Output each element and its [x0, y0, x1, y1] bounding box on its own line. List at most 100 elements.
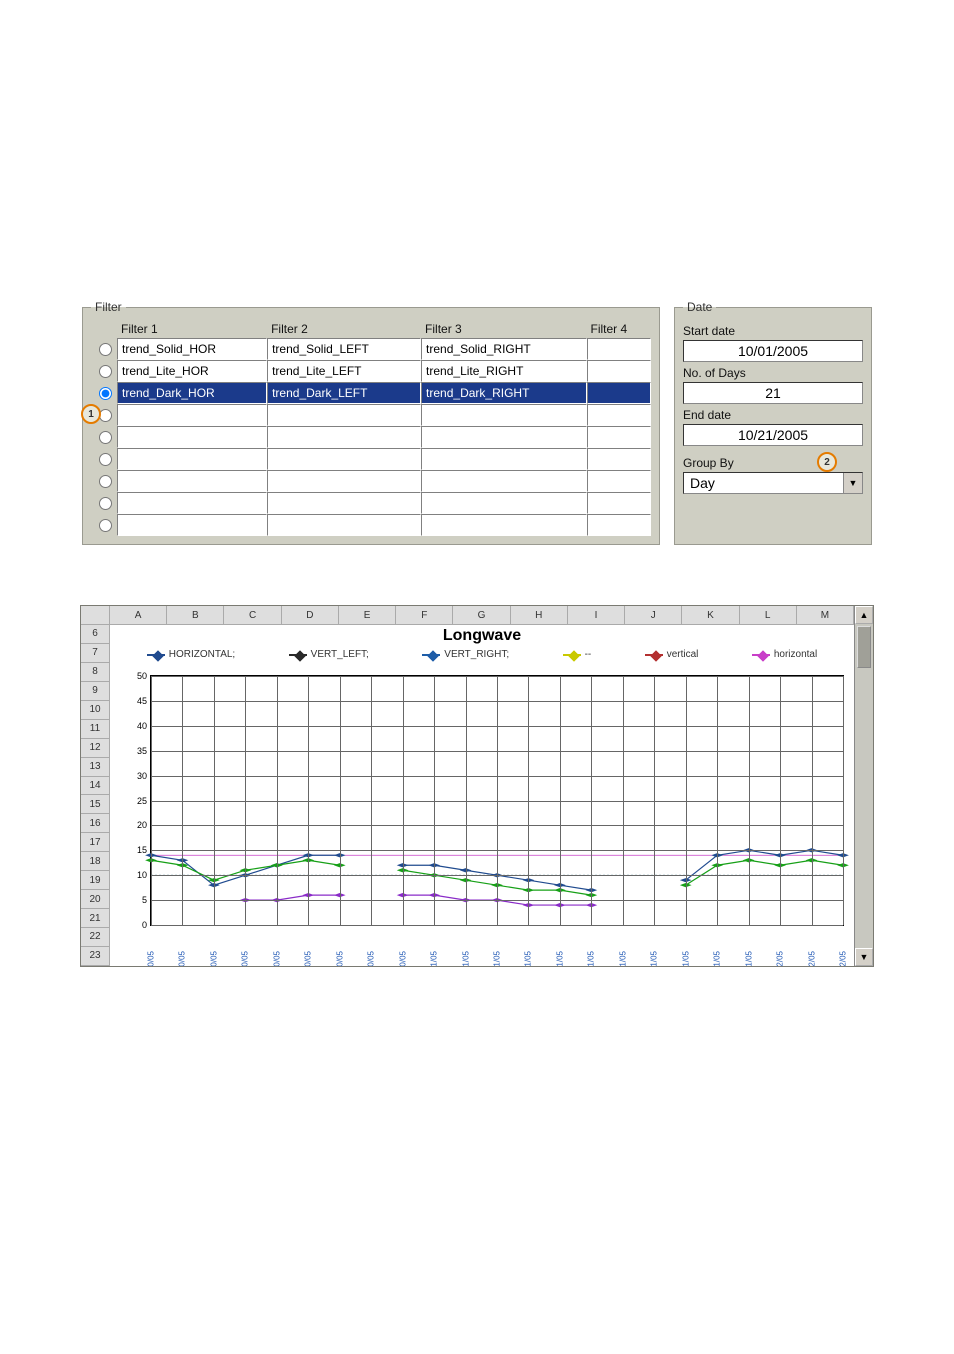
chart-area: Longwave HORIZONTAL;VERT_LEFT;VERT_RIGHT…	[110, 625, 854, 966]
filter-cell[interactable]	[267, 470, 421, 492]
x-tick-label: 9/30/05	[178, 951, 187, 967]
vertical-scrollbar[interactable]: ▲ ▼	[854, 606, 873, 966]
column-header-cell[interactable]: E	[339, 606, 396, 624]
filter-cell[interactable]	[117, 426, 267, 448]
filter-row-radio[interactable]	[99, 475, 112, 488]
filter-cell[interactable]: trend_Lite_RIGHT	[421, 360, 586, 382]
row-header-cell[interactable]: 15	[81, 795, 109, 814]
x-tick-label: 9/30/05	[335, 951, 344, 967]
filter-cell[interactable]	[117, 404, 267, 426]
filter-cell[interactable]	[117, 470, 267, 492]
filter-row: trend_Dark_HORtrend_Dark_LEFTtrend_Dark_…	[91, 382, 651, 404]
legend-entry: horizontal	[752, 649, 817, 660]
filter-cell[interactable]: trend_Solid_HOR	[117, 338, 267, 360]
row-header-cell[interactable]: 21	[81, 909, 109, 928]
filter-cell[interactable]	[117, 448, 267, 470]
column-header-cell[interactable]: F	[396, 606, 453, 624]
row-header-cell[interactable]: 11	[81, 720, 109, 739]
filter-cell[interactable]	[587, 360, 651, 382]
filter-cell[interactable]: trend_Dark_HOR	[117, 382, 267, 404]
filter-cell[interactable]	[587, 426, 651, 448]
column-header-cell[interactable]: M	[797, 606, 854, 624]
row-header-cell[interactable]: 19	[81, 871, 109, 890]
filter-cell[interactable]	[587, 382, 651, 404]
filter-cell[interactable]	[587, 448, 651, 470]
filter-cell[interactable]	[267, 404, 421, 426]
column-header-cell[interactable]: K	[682, 606, 739, 624]
scroll-down-icon[interactable]: ▼	[855, 948, 873, 966]
row-header-cell[interactable]: 9	[81, 682, 109, 701]
filter-row-radio[interactable]	[99, 453, 112, 466]
filter-cell[interactable]	[267, 514, 421, 536]
column-header-cell[interactable]: L	[740, 606, 797, 624]
filter-cell[interactable]: trend_Lite_HOR	[117, 360, 267, 382]
date-legend: Date	[683, 300, 716, 314]
column-header-strip: ABCDEFGHIJKLM	[110, 606, 854, 625]
filter-cell[interactable]	[421, 448, 586, 470]
row-header-cell[interactable]: 13	[81, 758, 109, 777]
row-header-cell[interactable]: 8	[81, 663, 109, 682]
filter-cell[interactable]	[117, 492, 267, 514]
scroll-thumb[interactable]	[857, 626, 871, 668]
filter-cell[interactable]: trend_Solid_RIGHT	[421, 338, 586, 360]
filter-cell[interactable]	[587, 470, 651, 492]
chevron-down-icon[interactable]: ▼	[843, 473, 862, 493]
row-header-cell[interactable]: 6	[81, 625, 109, 644]
column-header-cell[interactable]: A	[110, 606, 167, 624]
filter-cell[interactable]	[421, 470, 586, 492]
num-days-field[interactable]: 21	[683, 382, 863, 404]
filter-row-radio[interactable]	[99, 365, 112, 378]
filter-cell[interactable]	[267, 492, 421, 514]
callout-2: 2	[817, 452, 837, 472]
filter-cell[interactable]	[117, 514, 267, 536]
start-date-field[interactable]: 10/01/2005	[683, 340, 863, 362]
scroll-up-icon[interactable]: ▲	[855, 606, 873, 624]
column-header-cell[interactable]: J	[625, 606, 682, 624]
column-header-cell[interactable]: D	[282, 606, 339, 624]
column-header-cell[interactable]: H	[511, 606, 568, 624]
column-header-cell[interactable]: B	[167, 606, 224, 624]
filter-cell[interactable]: trend_Lite_LEFT	[267, 360, 421, 382]
filter-cell[interactable]: trend_Solid_LEFT	[267, 338, 421, 360]
row-header-cell[interactable]: 12	[81, 739, 109, 758]
x-tick-label: 9/30/05	[304, 951, 313, 967]
end-date-field[interactable]: 10/21/2005	[683, 424, 863, 446]
filter-cell[interactable]	[267, 448, 421, 470]
row-header-cell[interactable]: 17	[81, 833, 109, 852]
row-header-cell[interactable]: 18	[81, 852, 109, 871]
filter-cell[interactable]	[587, 404, 651, 426]
group-by-dropdown[interactable]: Day ▼	[683, 472, 863, 494]
x-tick-label: 10/1/05	[430, 951, 439, 967]
row-header-cell[interactable]: 10	[81, 701, 109, 720]
filter-cell[interactable]: trend_Dark_LEFT	[267, 382, 421, 404]
row-header-cell[interactable]: 23	[81, 947, 109, 966]
y-tick-label: 45	[121, 696, 147, 706]
x-tick-label: 10/2/05	[776, 951, 785, 967]
row-header-cell[interactable]: 7	[81, 644, 109, 663]
filter-cell[interactable]: trend_Dark_RIGHT	[421, 382, 586, 404]
filter-cell[interactable]	[587, 514, 651, 536]
filter-cell[interactable]	[421, 514, 586, 536]
filter-cell[interactable]	[421, 426, 586, 448]
filter-cell[interactable]	[421, 492, 586, 514]
filter-row-radio[interactable]	[99, 431, 112, 444]
filter-cell[interactable]	[267, 426, 421, 448]
filter-row: trend_Solid_HORtrend_Solid_LEFTtrend_Sol…	[91, 338, 651, 360]
filter-cell[interactable]	[587, 492, 651, 514]
row-header-cell[interactable]: 22	[81, 928, 109, 947]
filter-row-radio[interactable]	[99, 497, 112, 510]
filter-row-radio[interactable]	[99, 343, 112, 356]
date-groupbox: Date Start date 10/01/2005 No. of Days 2…	[674, 300, 872, 545]
filter-row-radio[interactable]	[99, 387, 112, 400]
legend-entry: VERT_RIGHT;	[422, 649, 509, 660]
callout-1: 1	[81, 404, 101, 424]
column-header-cell[interactable]: G	[453, 606, 510, 624]
row-header-cell[interactable]: 20	[81, 890, 109, 909]
filter-cell[interactable]	[587, 338, 651, 360]
column-header-cell[interactable]: I	[568, 606, 625, 624]
filter-row-radio[interactable]	[99, 519, 112, 532]
row-header-cell[interactable]: 14	[81, 777, 109, 796]
column-header-cell[interactable]: C	[224, 606, 281, 624]
row-header-cell[interactable]: 16	[81, 814, 109, 833]
filter-cell[interactable]	[421, 404, 586, 426]
